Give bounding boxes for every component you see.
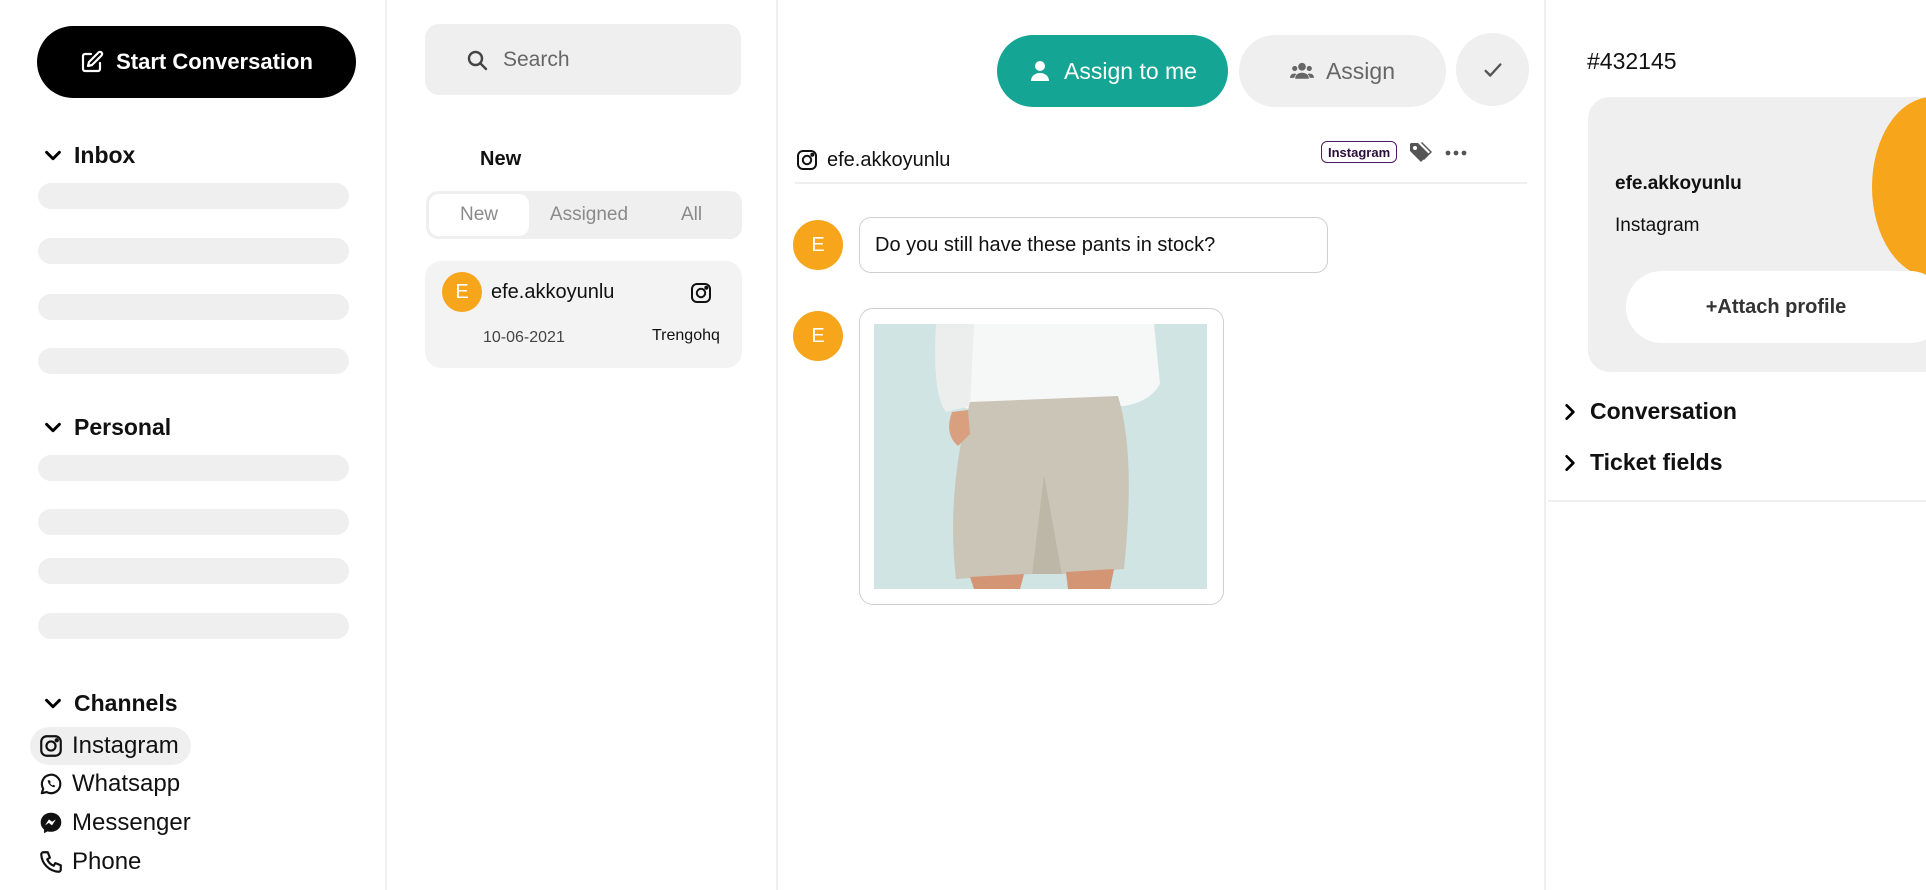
shorts-photo (874, 324, 1207, 589)
image-message[interactable] (859, 308, 1224, 605)
profile-channel: Instagram (1615, 215, 1700, 236)
skeleton-item (38, 348, 349, 374)
whatsapp-icon (40, 773, 62, 795)
tab-all[interactable]: All (649, 194, 734, 236)
section-ticket-fields[interactable]: Ticket fields (1560, 449, 1723, 476)
skeleton-item (38, 613, 349, 639)
message-bubble: Do you still have these pants in stock? (859, 217, 1328, 273)
channel-label: Phone (72, 848, 142, 875)
skeleton-item (38, 558, 349, 584)
contact-name: efe.akkoyunlu (827, 149, 951, 171)
channel-item-messenger[interactable]: Messenger (30, 804, 203, 842)
tab-assigned[interactable]: Assigned (529, 194, 649, 236)
chevron-right-icon (1565, 454, 1575, 471)
profile-card: efe.akkoyunlu Instagram +Attach profile (1588, 97, 1926, 372)
tag-icon[interactable] (1407, 140, 1433, 166)
conversation-list-item[interactable]: E efe.akkoyunlu 10-06-2021 Trengohq (425, 261, 742, 368)
avatar: E (793, 220, 843, 270)
search-icon (467, 50, 488, 70)
skeleton-item (38, 294, 349, 320)
section-label: Inbox (74, 142, 136, 168)
section-label: Ticket fields (1590, 449, 1723, 475)
instagram-icon (797, 150, 817, 170)
user-icon (1031, 61, 1050, 81)
tab-new[interactable]: New (429, 194, 529, 236)
conversation-list-panel (389, 0, 778, 890)
avatar: E (793, 311, 843, 361)
channel-item-instagram[interactable]: Instagram (30, 727, 191, 765)
section-label: Channels (74, 690, 178, 716)
skeleton-item (38, 509, 349, 535)
close-conversation-button[interactable] (1456, 33, 1529, 106)
chevron-down-icon (45, 422, 61, 432)
list-title: New (480, 148, 522, 170)
avatar: E (442, 272, 482, 312)
assign-button[interactable]: Assign (1239, 35, 1446, 107)
check-icon (1483, 62, 1502, 77)
users-icon (1289, 62, 1314, 79)
conversation-team: Trengohq (652, 327, 720, 344)
section-conversation[interactable]: Conversation (1560, 398, 1737, 425)
channel-item-whatsapp[interactable]: Whatsapp (30, 765, 192, 803)
skeleton-item (38, 455, 349, 481)
message-text: Do you still have these pants in stock? (875, 233, 1216, 256)
conversation-tabs: New Assigned All (426, 191, 742, 239)
search-placeholder: Search (503, 47, 570, 71)
channel-label: Whatsapp (72, 770, 181, 797)
instagram-icon (40, 735, 62, 757)
divider (1548, 500, 1926, 502)
more-options-icon[interactable] (1443, 140, 1469, 166)
section-label: Conversation (1590, 398, 1737, 424)
assign-label: Assign (1325, 57, 1396, 84)
section-personal[interactable]: Personal (42, 414, 171, 441)
chevron-right-icon (1565, 403, 1575, 420)
start-conversation-label: Start Conversation (116, 49, 313, 74)
channel-label: Messenger (72, 809, 191, 836)
section-inbox[interactable]: Inbox (42, 142, 135, 169)
profile-avatar (1872, 97, 1926, 277)
profile-name: efe.akkoyunlu (1615, 173, 1742, 194)
assign-to-me-button[interactable]: Assign to me (997, 35, 1228, 107)
skeleton-item (38, 238, 349, 264)
messenger-icon (40, 812, 62, 834)
conversation-date: 10-06-2021 (483, 329, 565, 346)
phone-icon (40, 851, 62, 873)
instagram-icon (691, 283, 711, 303)
channel-item-phone[interactable]: Phone (30, 843, 153, 881)
ticket-id: #432145 (1587, 48, 1677, 74)
chevron-down-icon (45, 150, 61, 160)
section-label: Personal (74, 414, 172, 440)
assign-to-me-label: Assign to me (1064, 57, 1197, 84)
channel-label: Instagram (72, 732, 179, 759)
channel-badge: Instagram (1321, 141, 1398, 163)
attach-profile-button[interactable]: +Attach profile (1626, 271, 1926, 343)
conversation-name: efe.akkoyunlu (491, 281, 615, 303)
section-channels[interactable]: Channels (42, 690, 178, 717)
skeleton-item (38, 183, 349, 209)
start-conversation-button[interactable]: Start Conversation (37, 26, 356, 98)
edit-icon (81, 50, 104, 73)
search-input[interactable]: Search (425, 24, 741, 95)
chevron-down-icon (45, 698, 61, 708)
chat-header: efe.akkoyunlu Instagram (795, 140, 1527, 184)
